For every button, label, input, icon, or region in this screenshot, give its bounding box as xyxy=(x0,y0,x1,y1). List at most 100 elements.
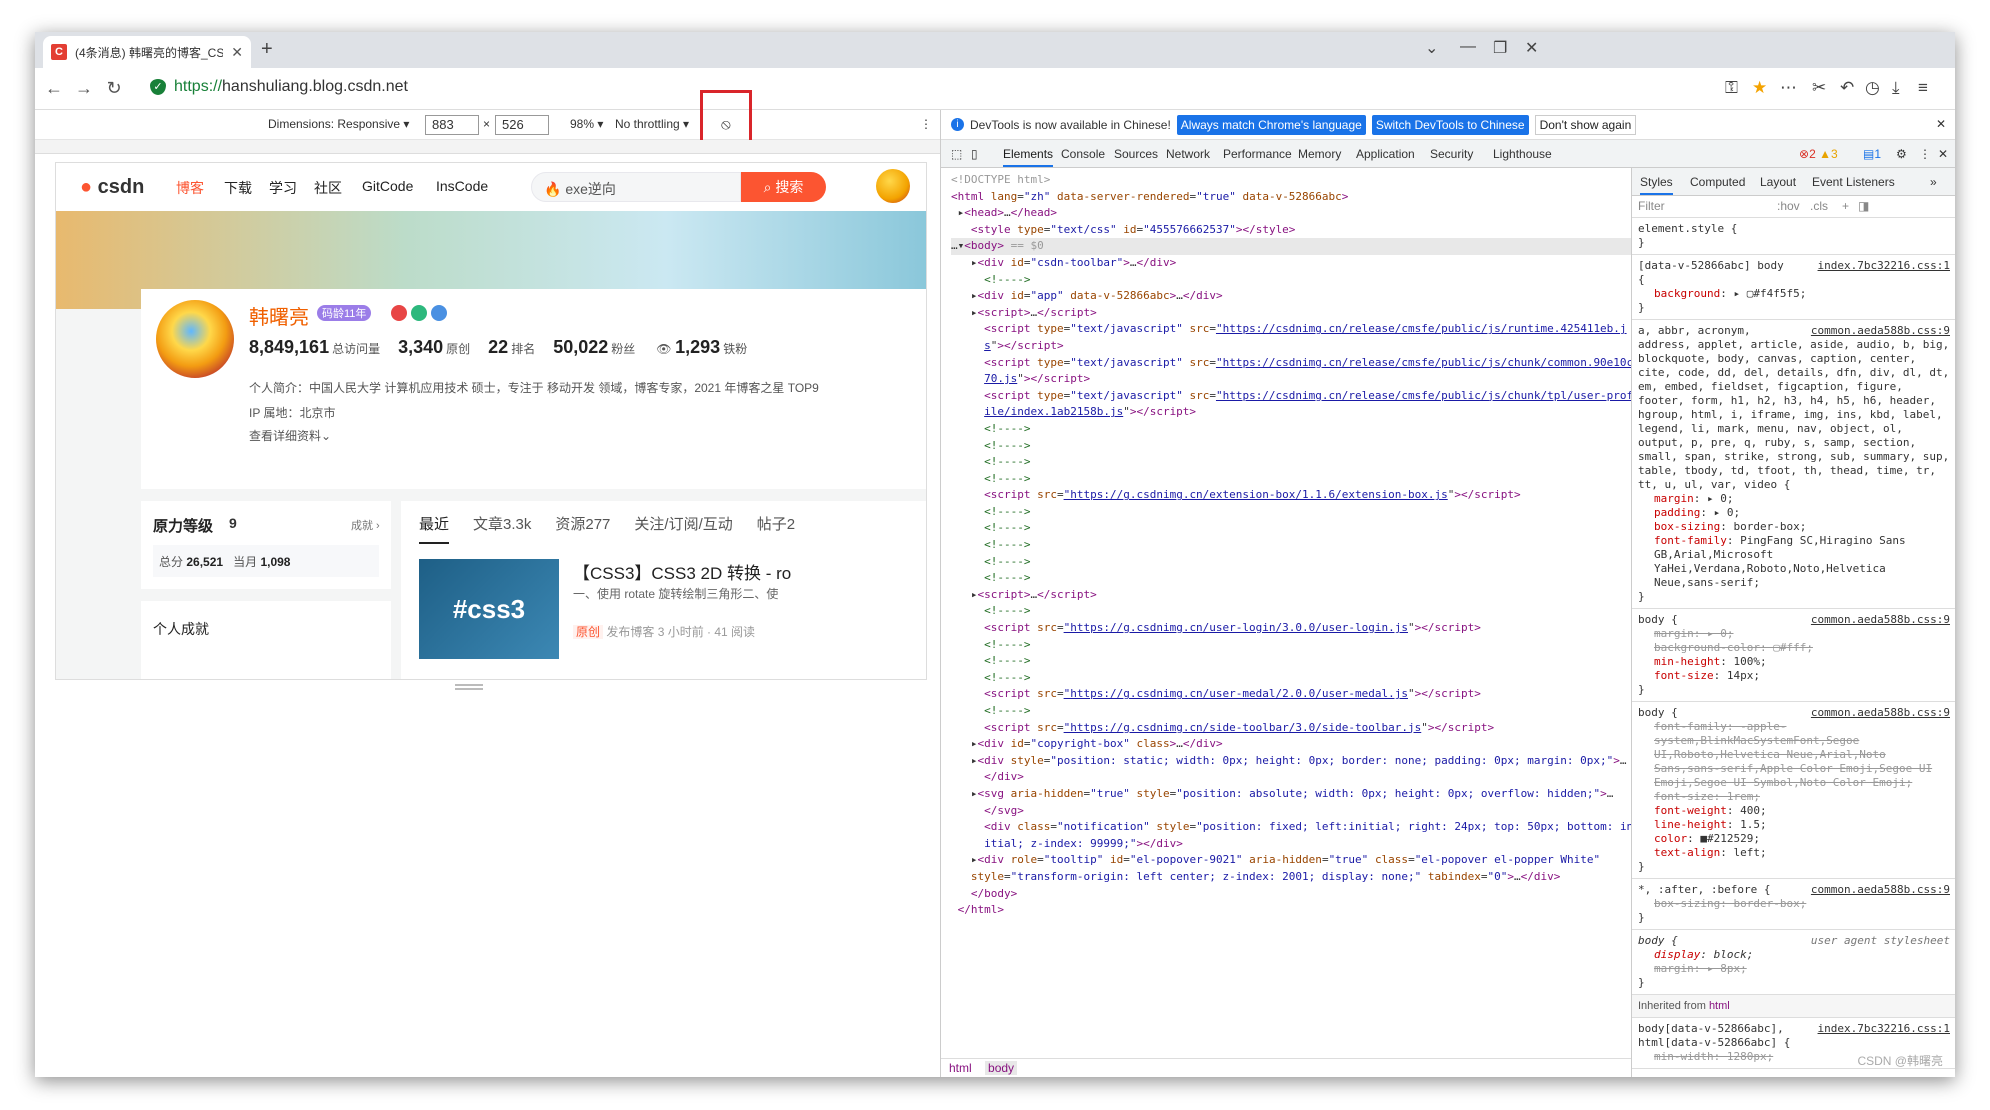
styles-filter-input[interactable]: Filter :hov .cls + ◨ xyxy=(1632,196,1955,218)
profile-name[interactable]: 韩曙亮 xyxy=(249,301,309,330)
css-rule[interactable]: common.aeda588b.css:9 body {margin: ▸ 0; b… xyxy=(1632,609,1955,702)
close-devtools-icon[interactable]: ✕ xyxy=(1938,147,1948,161)
nav-inscode[interactable]: InsCode xyxy=(436,178,488,194)
close-window-icon[interactable]: ✕ xyxy=(1525,38,1538,58)
extension-key-icon[interactable]: ⚿ xyxy=(1725,78,1738,98)
match-language-button[interactable]: Always match Chrome's language xyxy=(1176,114,1366,135)
stat-fans: 50,022 粉丝 xyxy=(553,337,636,357)
more-ext-icon[interactable]: ⋯ xyxy=(1780,78,1797,98)
level-card: 原力等级 9 成就 › 总分 26,521 当月 1,098 xyxy=(141,501,391,589)
css-rule[interactable]: index.7bc32216.css:1 [data-v-52866abc] bo… xyxy=(1632,255,1955,320)
nav-gitcode[interactable]: GitCode xyxy=(362,178,413,194)
secure-shield-icon: ✓ xyxy=(150,79,166,95)
css-rule[interactable]: common.aeda588b.css:9 body {font-family: … xyxy=(1632,702,1955,879)
css-rule[interactable]: element.style {} xyxy=(1632,218,1955,255)
achieve-link[interactable]: 成就 › xyxy=(351,517,380,533)
nav-download[interactable]: 下载 xyxy=(224,178,252,198)
devtools-infobar: i DevTools is now available in Chinese! … xyxy=(941,110,1955,140)
tab-performance[interactable]: Performance xyxy=(1223,147,1292,161)
tab-search-icon[interactable]: ⌄ xyxy=(1425,38,1438,58)
level-title: 原力等级 xyxy=(153,518,214,535)
bookmark-star-icon[interactable]: ★ xyxy=(1752,78,1767,98)
url-scheme: https:// xyxy=(174,78,223,95)
hov-toggle[interactable]: :hov xyxy=(1777,199,1800,213)
nav-blog[interactable]: 博客 xyxy=(176,178,204,198)
inspect-icon[interactable]: ⬚ xyxy=(951,147,962,161)
height-input[interactable]: 526 xyxy=(495,115,549,135)
new-tab-icon[interactable]: + xyxy=(261,38,273,61)
devtools-more-icon[interactable]: ⋮ xyxy=(1919,147,1931,161)
reload-icon[interactable]: ↻ xyxy=(99,78,129,99)
dont-show-button[interactable]: Don't show again xyxy=(1534,114,1637,135)
tab-recent[interactable]: 最近 xyxy=(419,513,450,544)
menu-icon[interactable]: ≡ xyxy=(1918,78,1928,98)
tab-posts[interactable]: 帖子2 xyxy=(757,513,795,544)
tab-sources[interactable]: Sources xyxy=(1114,147,1158,161)
address-bar-row: ← → ↻ ✓ https://hanshuliang.blog.csdn.ne… xyxy=(35,68,1955,110)
profile-bio: 个人简介：中国人民大学 计算机应用技术 硕士，专注于 移动开发 领域，博客专家，… xyxy=(249,381,819,395)
undo-icon[interactable]: ↶ xyxy=(1840,78,1854,98)
tab-security[interactable]: Security xyxy=(1430,147,1473,161)
tab-resources[interactable]: 资源277 xyxy=(555,513,610,544)
stat-rank: 22 排名 xyxy=(488,337,536,357)
dimensions-select[interactable]: Dimensions: Responsive ▾ xyxy=(268,117,409,131)
tab-application[interactable]: Application xyxy=(1356,147,1415,161)
tab-network[interactable]: Network xyxy=(1166,147,1210,161)
article-thumbnail[interactable]: #css3 xyxy=(419,559,559,659)
tab-layout[interactable]: Layout xyxy=(1760,175,1796,189)
search-button[interactable]: ⌕ 搜索 xyxy=(741,172,826,202)
tab-articles[interactable]: 文章3.3k xyxy=(473,513,531,544)
tab-elements[interactable]: Elements xyxy=(1003,147,1054,167)
throttling-select[interactable]: No throttling ▾ xyxy=(615,117,689,131)
nav-community[interactable]: 社区 xyxy=(314,178,342,198)
tab-follow[interactable]: 关注/订阅/互动 xyxy=(634,513,732,544)
fire-icon: 🔥 xyxy=(544,181,562,197)
settings-gear-icon[interactable]: ⚙ xyxy=(1896,147,1907,161)
css-rule[interactable]: common.aeda588b.css:9 *, :after, :before … xyxy=(1632,879,1955,930)
download-icon[interactable]: ⤓ xyxy=(1892,78,1900,98)
profile-avatar[interactable] xyxy=(153,297,237,381)
elements-tree[interactable]: <!DOCTYPE html> <html lang="zh" data-ser… xyxy=(941,168,1631,1058)
scissors-icon[interactable]: ✂ xyxy=(1812,78,1826,98)
crumb-body[interactable]: body xyxy=(985,1061,1018,1075)
user-avatar[interactable] xyxy=(876,169,910,203)
more-tabs-icon[interactable]: » xyxy=(1930,175,1937,189)
browser-window: C (4条消息) 韩曙亮的博客_CSD ✕ + ⌄ — ❐ ✕ ← → ↻ ✓ … xyxy=(35,32,1955,1077)
history-icon[interactable]: ◷ xyxy=(1865,78,1880,98)
message-count[interactable]: ▤1 xyxy=(1863,147,1881,161)
level-value: 9 xyxy=(229,515,237,531)
device-more-icon[interactable]: ⋮ xyxy=(920,117,932,131)
zoom-select[interactable]: 98% ▾ xyxy=(570,117,603,131)
forward-icon[interactable]: → xyxy=(69,78,99,99)
close-tab-icon[interactable]: ✕ xyxy=(231,44,243,61)
nav-learn[interactable]: 学习 xyxy=(269,178,297,198)
tab-console[interactable]: Console xyxy=(1061,147,1105,161)
device-toggle-icon[interactable]: ▯ xyxy=(971,147,978,161)
url-field[interactable]: ✓ https://hanshuliang.blog.csdn.net xyxy=(150,78,408,96)
viewport-resize-handle[interactable] xyxy=(455,684,483,690)
back-icon[interactable]: ← xyxy=(39,78,69,99)
css-rule: user agent stylesheet body {display: bloc… xyxy=(1632,930,1955,995)
tab-lighthouse[interactable]: Lighthouse xyxy=(1493,147,1552,161)
sidebar-toggle-icon[interactable]: ◨ xyxy=(1858,199,1869,213)
width-input[interactable]: 883 xyxy=(425,115,479,135)
article-title[interactable]: 【CSS3】CSS3 2D 转换 - ro xyxy=(573,559,791,584)
close-infobar-icon[interactable]: ✕ xyxy=(1936,117,1946,131)
stat-visits: 8,849,161 总访问量 xyxy=(249,337,381,357)
browser-tab[interactable]: C (4条消息) 韩曙亮的博客_CSD ✕ xyxy=(43,36,251,68)
cls-toggle[interactable]: .cls xyxy=(1810,199,1828,213)
tab-computed[interactable]: Computed xyxy=(1690,175,1745,189)
tab-event-listeners[interactable]: Event Listeners xyxy=(1812,175,1895,189)
minimize-icon[interactable]: — xyxy=(1460,38,1476,56)
crumb-html[interactable]: html xyxy=(949,1061,972,1075)
new-rule-icon[interactable]: + xyxy=(1842,199,1849,213)
error-count[interactable]: ⊗2 ▲3 xyxy=(1799,147,1838,161)
tab-styles[interactable]: Styles xyxy=(1640,175,1673,195)
view-details-link[interactable]: 查看详细资料⌄ xyxy=(249,427,331,444)
search-input[interactable]: 🔥 exe逆向 xyxy=(531,172,741,202)
css-rule[interactable]: common.aeda588b.css:9 a, abbr, acronym, ad… xyxy=(1632,320,1955,609)
tab-memory[interactable]: Memory xyxy=(1298,147,1341,161)
csdn-logo[interactable]: ● csdn xyxy=(80,176,144,199)
restore-icon[interactable]: ❐ xyxy=(1493,38,1507,58)
switch-chinese-button[interactable]: Switch DevTools to Chinese xyxy=(1371,114,1529,135)
